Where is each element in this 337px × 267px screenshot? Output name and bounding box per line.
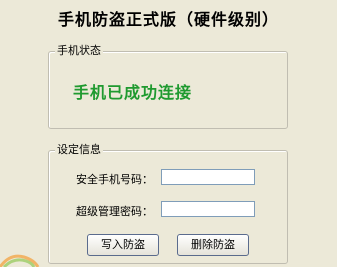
phone-status-group: 手机状态 手机已成功连接	[48, 44, 288, 129]
settings-group: 设定信息 安全手机号码： 超级管理密码： 写入防盗 删除防盗	[48, 143, 288, 264]
phone-status-legend: 手机状态	[55, 44, 103, 58]
app-window: 手机防盗正式版（硬件级别） 手机状态 手机已成功连接 设定信息 安全手机号码： …	[0, 0, 337, 267]
settings-legend: 设定信息	[55, 143, 103, 157]
write-protection-button[interactable]: 写入防盗	[87, 234, 159, 256]
decorative-swirl-icon	[0, 251, 44, 267]
delete-protection-button[interactable]: 删除防盗	[177, 234, 249, 256]
window-title: 手机防盗正式版（硬件级别）	[57, 10, 279, 29]
connection-status-text: 手机已成功连接	[73, 83, 193, 102]
admin-password-input[interactable]	[161, 201, 255, 217]
admin-password-label: 超级管理密码：	[76, 205, 153, 218]
safe-phone-input[interactable]	[161, 169, 255, 185]
safe-phone-label: 安全手机号码：	[76, 173, 153, 186]
